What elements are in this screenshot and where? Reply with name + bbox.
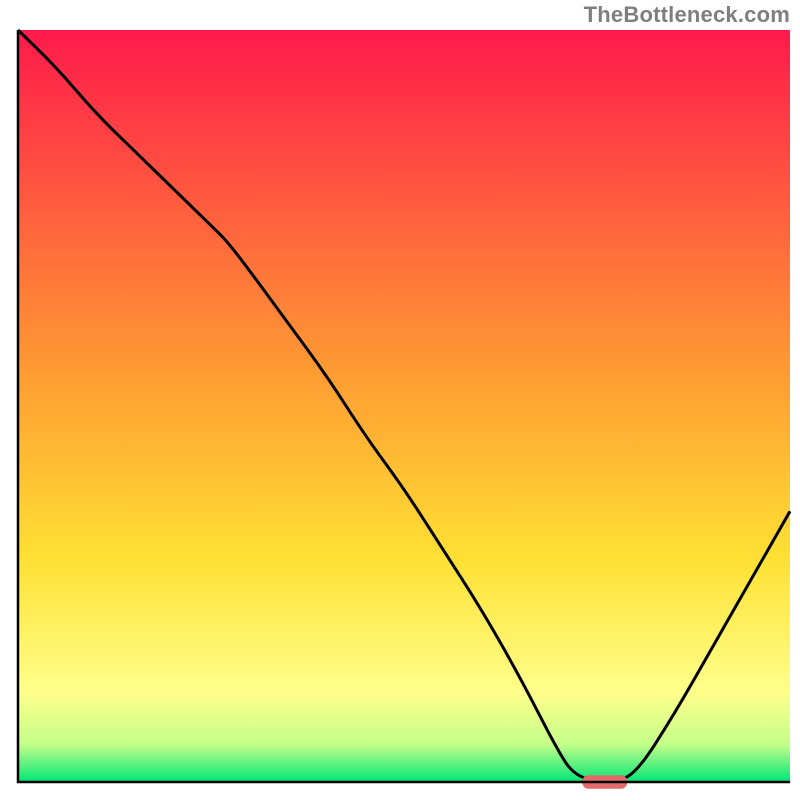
chart-canvas (0, 0, 800, 800)
chart-stage: TheBottleneck.com (0, 0, 800, 800)
watermark-text: TheBottleneck.com (584, 2, 790, 28)
plot-background (18, 30, 790, 782)
